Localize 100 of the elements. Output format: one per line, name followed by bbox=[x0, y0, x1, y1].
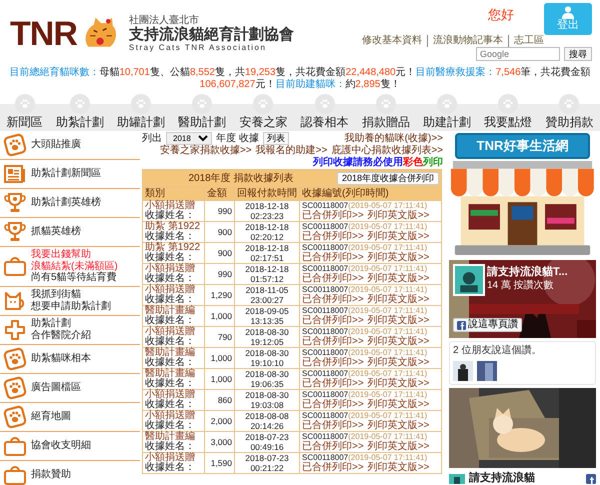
sidebar-link[interactable]: 協會收支明細 bbox=[31, 440, 91, 452]
merged-print-link[interactable]: 已合併列印>> bbox=[302, 274, 364, 284]
english-print-link[interactable]: 列印英文版>> bbox=[368, 379, 430, 389]
nav-link[interactable]: 助罐計劃 bbox=[117, 115, 165, 130]
receipt-number: SC00118007 bbox=[302, 201, 348, 210]
nav-link[interactable]: 助紮計劃 bbox=[56, 115, 104, 130]
sidebar-link[interactable]: 捐款贊助 bbox=[31, 468, 71, 480]
header-link[interactable]: 修改基本資料 bbox=[362, 35, 422, 47]
nav-link[interactable]: 助建計劃 bbox=[423, 115, 472, 130]
amount-cell: 1,000 bbox=[204, 368, 234, 390]
english-print-link[interactable]: 列印英文版>> bbox=[368, 295, 430, 305]
sidebar-link[interactable]: 助紮貓咪相本 bbox=[31, 352, 91, 364]
nav-link[interactable]: 醫助計劃 bbox=[178, 115, 226, 130]
receipt-link[interactable]: 我報名的助建>> bbox=[256, 145, 328, 157]
category-link[interactable]: 小額捐送贈 bbox=[145, 411, 202, 421]
sidebar-link[interactable]: 助紮計劃新聞區 bbox=[31, 168, 101, 180]
sidebar-link[interactable]: 尚有5貓等待結育費 bbox=[31, 272, 118, 284]
english-print-link[interactable]: 列印英文版>> bbox=[368, 316, 430, 326]
search-button[interactable]: 搜尋 bbox=[564, 47, 592, 61]
english-print-link[interactable]: 列印英文版>> bbox=[368, 442, 430, 452]
paw-icon[interactable] bbox=[3, 133, 27, 157]
sidebar-link[interactable]: 助紮計劃英雄榜 bbox=[31, 197, 101, 209]
category-link[interactable]: 小額捐送贈 bbox=[145, 285, 202, 295]
category-link[interactable]: 小額捐送贈 bbox=[145, 327, 202, 337]
post-title[interactable]: 請支持流浪貓 bbox=[469, 472, 535, 485]
category-link[interactable]: 助紮 第1922 bbox=[145, 243, 202, 253]
category-link[interactable]: 醫助計畫編 bbox=[145, 369, 202, 379]
sidebar-link[interactable]: 我要出錢幫助 bbox=[31, 249, 118, 260]
sidebar-link[interactable]: 助紮計劃 bbox=[31, 318, 91, 330]
print-time: (2019-05-07 17:11:41) bbox=[348, 411, 428, 420]
merged-print-link[interactable]: 已合併列印>> bbox=[302, 232, 364, 242]
receipt-number: SC00118007 bbox=[302, 411, 348, 420]
merged-print-link[interactable]: 已合併列印>> bbox=[302, 358, 364, 368]
sidebar-link[interactable]: 絕育地圖 bbox=[31, 410, 71, 422]
sidebar-link[interactable]: 抓貓英雄榜 bbox=[31, 226, 81, 238]
nav-link[interactable]: 認養相本 bbox=[300, 115, 349, 130]
category-link[interactable]: 小額捐送贈 bbox=[145, 453, 202, 463]
table-title: 2018年度 捐款收據列表 bbox=[187, 172, 294, 184]
sidebar-link[interactable]: 大頭貼推廣 bbox=[31, 139, 81, 151]
org-english-name: Stray Cats TNR Association bbox=[128, 43, 268, 54]
paw-icon[interactable] bbox=[3, 404, 27, 428]
english-print-link[interactable]: 列印英文版>> bbox=[368, 400, 430, 410]
english-print-link[interactable]: 列印英文版>> bbox=[368, 337, 430, 347]
merged-print-link[interactable]: 已合併列印>> bbox=[302, 442, 364, 452]
sidebar-link[interactable]: 合作醫院介紹 bbox=[31, 330, 91, 341]
merged-print-link[interactable]: 已合併列印>> bbox=[302, 421, 364, 431]
category-link[interactable]: 小額捐送贈 bbox=[145, 264, 202, 274]
payment-date: 2018-07-23 bbox=[244, 453, 290, 463]
merge-print-button[interactable]: 2018年度收據合併列印 bbox=[336, 172, 439, 185]
nav-link[interactable]: 我要點燈 bbox=[484, 115, 532, 130]
sidebar-link[interactable]: 想要申請助紮計劃 bbox=[31, 300, 111, 312]
receipt-link[interactable]: 安養之家捐款收據>> bbox=[160, 145, 252, 157]
english-print-link[interactable]: 列印英文版>> bbox=[368, 232, 430, 242]
search-field[interactable]: Google bbox=[476, 47, 560, 61]
english-print-link[interactable]: 列印英文版>> bbox=[368, 211, 430, 221]
shop-drawing[interactable] bbox=[449, 160, 596, 258]
plus-icon[interactable] bbox=[3, 318, 27, 342]
english-print-link[interactable]: 列印英文版>> bbox=[368, 421, 430, 431]
receipt-link[interactable]: 我助養的貓咪(收據)>> bbox=[344, 132, 443, 144]
merged-print-link[interactable]: 已合併列印>> bbox=[302, 400, 364, 410]
trophy-icon[interactable] bbox=[3, 191, 27, 215]
list-button[interactable]: 列表 bbox=[262, 132, 289, 145]
trophy-icon[interactable] bbox=[3, 220, 27, 244]
year-select[interactable]: 2018 bbox=[166, 132, 212, 145]
box-icon[interactable] bbox=[3, 254, 27, 278]
sidebar-link[interactable]: 廣告圖檔區 bbox=[31, 382, 81, 394]
merged-print-link[interactable]: 已合併列印>> bbox=[302, 253, 364, 263]
shop-sign[interactable]: TNR好事生活網 bbox=[455, 133, 590, 159]
category-link[interactable]: 小額捐送贈 bbox=[145, 201, 202, 211]
receipt-link[interactable]: 庇護中心捐款收據列表>> bbox=[331, 145, 443, 157]
english-print-link[interactable]: 列印英文版>> bbox=[368, 358, 430, 368]
english-print-link[interactable]: 列印英文版>> bbox=[368, 274, 430, 284]
nav-link[interactable]: 新聞區 bbox=[6, 115, 43, 130]
amount-cell: 2,000 bbox=[204, 410, 234, 432]
nav-link[interactable]: 贊助捐款 bbox=[545, 115, 594, 130]
newspaper-icon[interactable] bbox=[3, 162, 27, 186]
english-print-link[interactable]: 列印英文版>> bbox=[368, 253, 430, 263]
english-print-link[interactable]: 列印英文版>> bbox=[368, 463, 430, 473]
nav-link[interactable]: 捐款贈品 bbox=[362, 115, 410, 130]
sidebar-link[interactable]: 我抓到街貓 bbox=[31, 289, 111, 300]
merged-print-link[interactable]: 已合併列印>> bbox=[302, 337, 364, 347]
sidebar-link[interactable]: 浪貓結紮(未滿額區) bbox=[31, 260, 118, 272]
amount-cell: 900 bbox=[204, 222, 234, 242]
merged-print-link[interactable]: 已合併列印>> bbox=[302, 211, 364, 221]
merged-print-link[interactable]: 已合併列印>> bbox=[302, 295, 364, 305]
category-link[interactable]: 醫助計畫編 bbox=[145, 432, 202, 442]
merged-print-link[interactable]: 已合併列印>> bbox=[302, 316, 364, 326]
paw-icon[interactable] bbox=[3, 346, 27, 370]
merged-print-link[interactable]: 已合併列印>> bbox=[302, 379, 364, 389]
category-link[interactable]: 醫助計畫編 bbox=[145, 306, 202, 316]
print-time: (2019-05-07 17:11:41) bbox=[348, 264, 428, 273]
category-link[interactable]: 醫助計畫編 bbox=[145, 348, 202, 358]
print-time: (2019-05-07 17:11:41) bbox=[348, 285, 428, 294]
paw-icon[interactable] bbox=[3, 376, 27, 400]
merged-print-link[interactable]: 已合併列印>> bbox=[302, 463, 364, 473]
nav-link[interactable]: 安養之家 bbox=[239, 115, 288, 130]
category-link[interactable]: 助紮 第1922 bbox=[145, 222, 202, 232]
amount-cell: 1,000 bbox=[204, 348, 234, 368]
filter-label: 年度 收據 bbox=[216, 132, 259, 144]
category-link[interactable]: 小額捐送贈 bbox=[145, 390, 202, 400]
